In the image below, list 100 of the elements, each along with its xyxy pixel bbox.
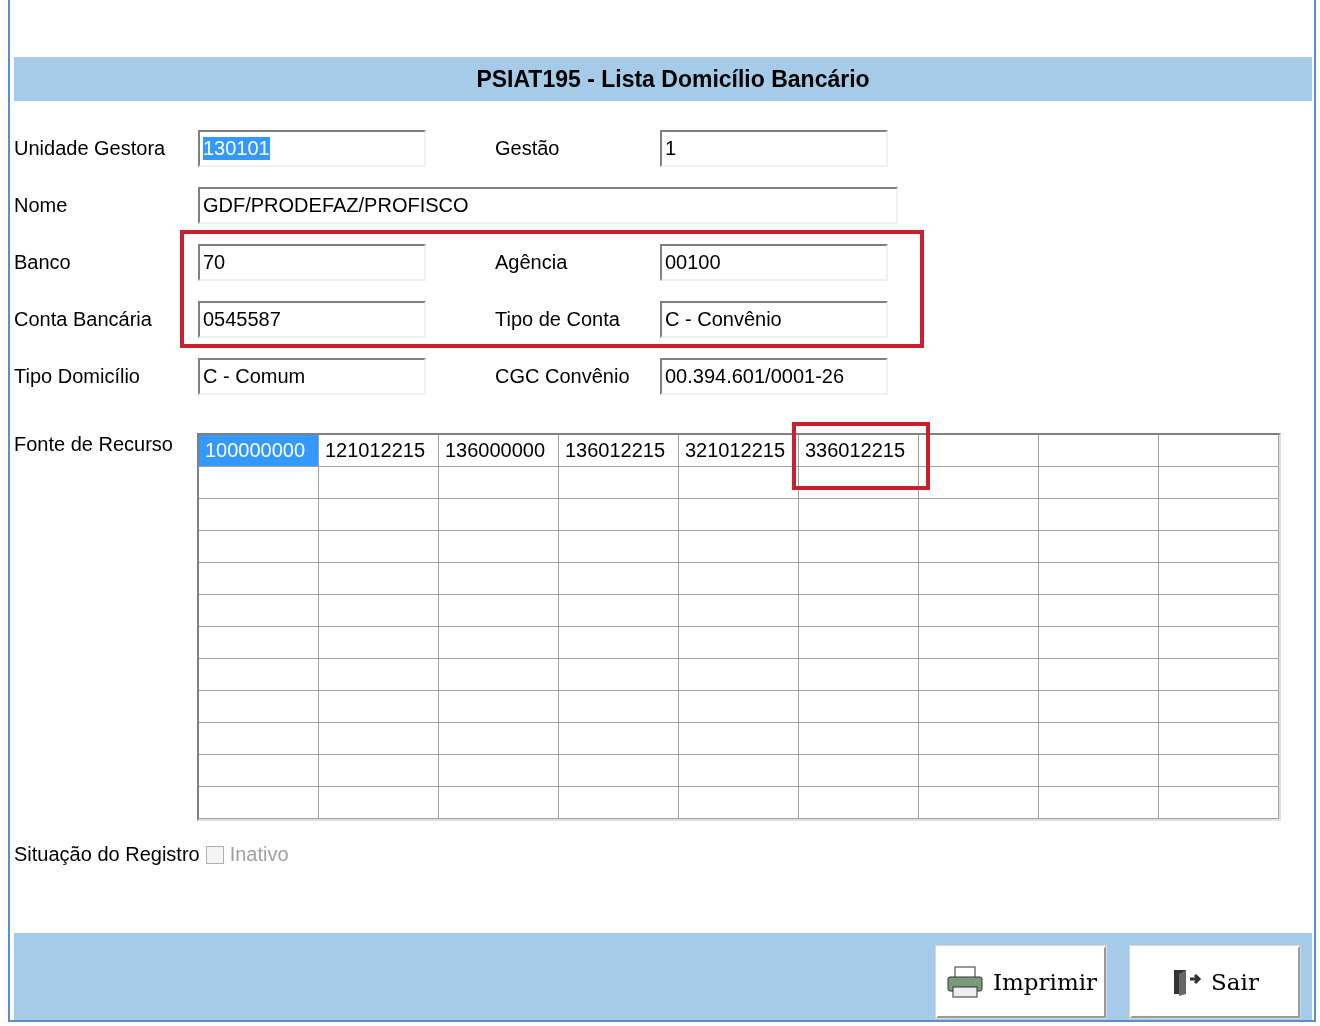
table-cell[interactable] bbox=[199, 627, 319, 659]
exit-button[interactable]: Sair bbox=[1130, 945, 1300, 1018]
input-field[interactable]: C - Convênio bbox=[660, 301, 888, 338]
table-cell[interactable] bbox=[559, 499, 679, 531]
table-cell[interactable] bbox=[679, 723, 799, 755]
table-cell[interactable] bbox=[919, 787, 1039, 819]
table-cell[interactable] bbox=[439, 755, 559, 787]
table-cell[interactable] bbox=[1159, 787, 1279, 819]
table-cell[interactable] bbox=[319, 563, 439, 595]
table-cell[interactable] bbox=[919, 627, 1039, 659]
table-cell[interactable] bbox=[319, 691, 439, 723]
table-cell[interactable] bbox=[319, 787, 439, 819]
table-cell[interactable] bbox=[439, 595, 559, 627]
table-cell[interactable] bbox=[319, 755, 439, 787]
table-cell[interactable] bbox=[199, 595, 319, 627]
table-cell[interactable] bbox=[679, 627, 799, 659]
table-cell[interactable] bbox=[199, 755, 319, 787]
table-cell[interactable] bbox=[799, 563, 919, 595]
table-cell[interactable] bbox=[1159, 595, 1279, 627]
table-cell[interactable] bbox=[679, 755, 799, 787]
input-field[interactable]: 0545587 bbox=[198, 301, 426, 338]
table-cell[interactable] bbox=[919, 499, 1039, 531]
table-cell[interactable] bbox=[559, 595, 679, 627]
table-cell[interactable]: 321012215 bbox=[679, 435, 799, 467]
table-cell[interactable] bbox=[319, 499, 439, 531]
input-field[interactable]: 00100 bbox=[660, 244, 888, 281]
table-cell[interactable] bbox=[919, 755, 1039, 787]
table-cell[interactable] bbox=[439, 563, 559, 595]
table-cell[interactable] bbox=[559, 755, 679, 787]
table-cell[interactable] bbox=[1159, 723, 1279, 755]
table-cell[interactable] bbox=[439, 499, 559, 531]
table-cell[interactable] bbox=[679, 595, 799, 627]
table-cell[interactable] bbox=[679, 531, 799, 563]
input-field[interactable]: 00.394.601/0001-26 bbox=[660, 358, 888, 395]
table-cell[interactable] bbox=[799, 627, 919, 659]
table-cell[interactable] bbox=[919, 467, 1039, 499]
table-cell[interactable] bbox=[439, 467, 559, 499]
table-cell[interactable] bbox=[439, 531, 559, 563]
table-cell[interactable] bbox=[319, 531, 439, 563]
table-cell[interactable] bbox=[1039, 691, 1159, 723]
table-cell[interactable]: 336012215 bbox=[799, 435, 919, 467]
print-button[interactable]: Imprimir bbox=[936, 945, 1106, 1018]
table-cell[interactable] bbox=[919, 659, 1039, 691]
table-cell[interactable] bbox=[199, 787, 319, 819]
table-cell[interactable] bbox=[1039, 435, 1159, 467]
table-cell[interactable]: 136012215 bbox=[559, 435, 679, 467]
table-cell[interactable] bbox=[559, 531, 679, 563]
table-cell[interactable] bbox=[439, 659, 559, 691]
table-cell[interactable] bbox=[679, 691, 799, 723]
table-cell[interactable] bbox=[1159, 435, 1279, 467]
table-cell[interactable] bbox=[799, 531, 919, 563]
table-cell[interactable] bbox=[1159, 691, 1279, 723]
table-cell[interactable] bbox=[1159, 755, 1279, 787]
table-cell[interactable] bbox=[199, 691, 319, 723]
table-cell[interactable] bbox=[199, 531, 319, 563]
table-cell[interactable] bbox=[439, 787, 559, 819]
table-cell[interactable] bbox=[439, 691, 559, 723]
table-cell[interactable] bbox=[439, 627, 559, 659]
table-cell[interactable] bbox=[1039, 787, 1159, 819]
table-cell[interactable] bbox=[439, 723, 559, 755]
table-cell[interactable] bbox=[199, 723, 319, 755]
table-cell[interactable] bbox=[559, 563, 679, 595]
table-cell[interactable] bbox=[319, 723, 439, 755]
table-cell[interactable] bbox=[919, 435, 1039, 467]
table-cell[interactable] bbox=[559, 627, 679, 659]
table-cell[interactable] bbox=[1159, 659, 1279, 691]
table-cell[interactable] bbox=[799, 787, 919, 819]
table-cell[interactable] bbox=[679, 499, 799, 531]
table-cell[interactable] bbox=[799, 659, 919, 691]
table-cell[interactable]: 136000000 bbox=[439, 435, 559, 467]
table-cell[interactable] bbox=[679, 467, 799, 499]
table-cell[interactable] bbox=[799, 755, 919, 787]
input-field[interactable]: GDF/PRODEFAZ/PROFISCO bbox=[198, 187, 898, 224]
table-cell[interactable] bbox=[919, 723, 1039, 755]
table-cell[interactable]: 121012215 bbox=[319, 435, 439, 467]
input-field[interactable]: C - Comum bbox=[198, 358, 426, 395]
input-field[interactable]: 1 bbox=[660, 130, 888, 167]
table-cell[interactable] bbox=[1039, 659, 1159, 691]
table-cell[interactable] bbox=[199, 467, 319, 499]
table-cell[interactable] bbox=[199, 499, 319, 531]
table-cell[interactable] bbox=[1039, 755, 1159, 787]
table-cell[interactable] bbox=[799, 691, 919, 723]
table-cell[interactable] bbox=[199, 563, 319, 595]
table-cell[interactable] bbox=[1159, 499, 1279, 531]
table-cell[interactable] bbox=[799, 499, 919, 531]
table-cell[interactable] bbox=[559, 659, 679, 691]
input-field[interactable]: 70 bbox=[198, 244, 426, 281]
table-cell[interactable] bbox=[679, 563, 799, 595]
table-cell[interactable] bbox=[319, 627, 439, 659]
table-cell[interactable] bbox=[1039, 595, 1159, 627]
table-cell[interactable] bbox=[1039, 467, 1159, 499]
table-cell[interactable] bbox=[319, 595, 439, 627]
table-cell[interactable] bbox=[1159, 531, 1279, 563]
table-cell[interactable] bbox=[559, 723, 679, 755]
table-cell[interactable] bbox=[559, 787, 679, 819]
table-cell[interactable] bbox=[1039, 723, 1159, 755]
table-cell[interactable] bbox=[1039, 499, 1159, 531]
table-cell[interactable] bbox=[799, 595, 919, 627]
table-cell[interactable] bbox=[919, 691, 1039, 723]
table-cell[interactable] bbox=[1159, 467, 1279, 499]
